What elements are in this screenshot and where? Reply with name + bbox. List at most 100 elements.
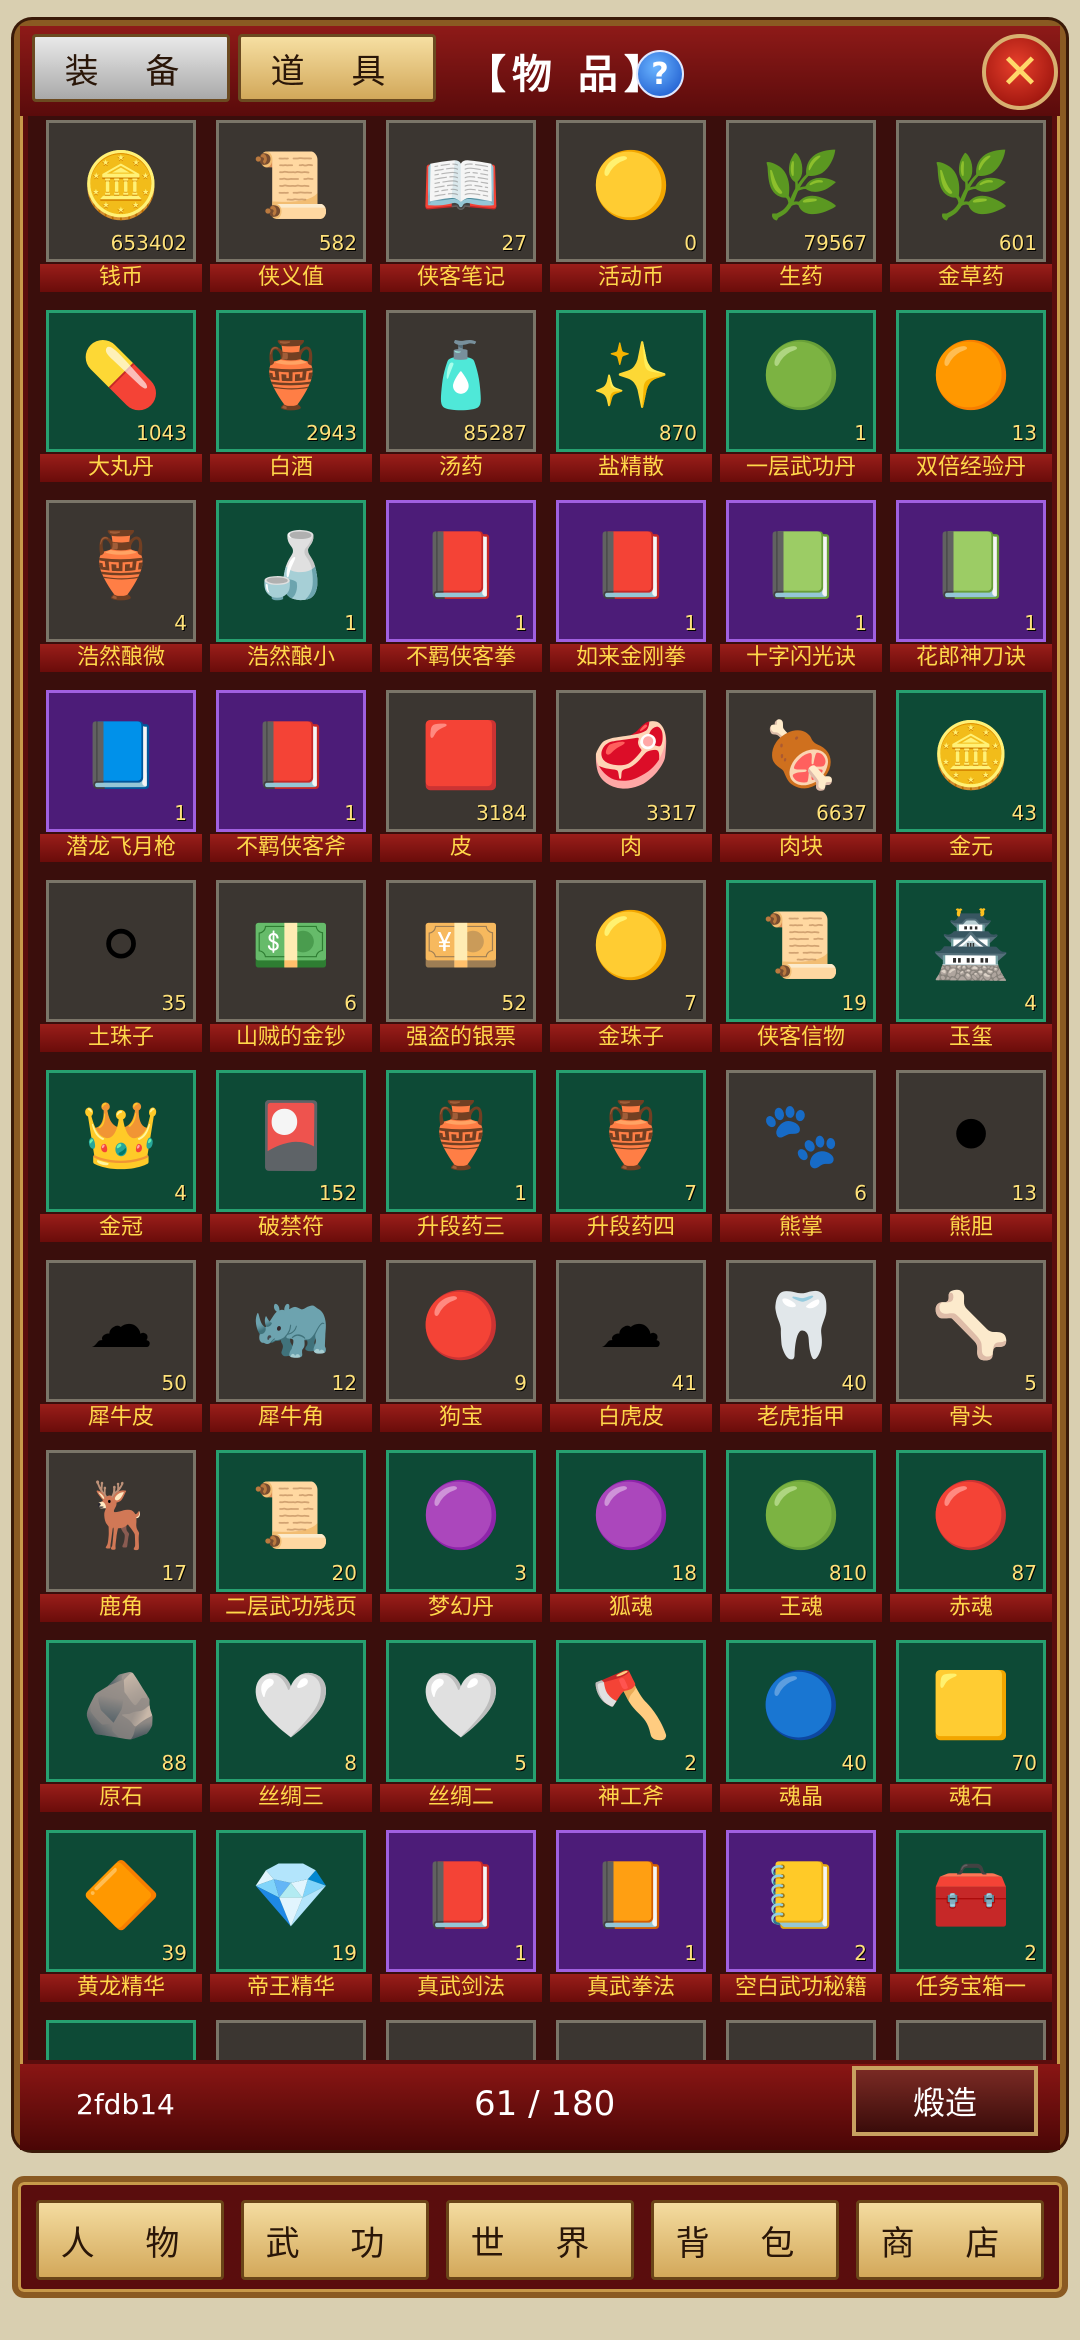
item-cell[interactable]: 🌿 79567 生药 [718, 120, 888, 292]
item-cell[interactable]: ✨ 870 盐精散 [548, 310, 718, 482]
item-cell[interactable] [888, 2020, 1052, 2060]
help-icon[interactable]: ? [636, 50, 684, 98]
item-cell[interactable] [38, 2020, 208, 2060]
item-cell[interactable]: 🍖 6637 肉块 [718, 690, 888, 862]
item-cell[interactable]: 🪨 88 原石 [38, 1640, 208, 1812]
item-cell[interactable]: 📜 582 侠义值 [208, 120, 378, 292]
item-cell[interactable]: 📘 1 潜龙飞月枪 [38, 690, 208, 862]
item-cell[interactable]: 🟣 18 狐魂 [548, 1450, 718, 1622]
item-slot[interactable] [556, 2020, 706, 2060]
item-cell[interactable]: 🐾 6 熊掌 [718, 1070, 888, 1242]
item-cell[interactable]: 🔴 87 赤魂 [888, 1450, 1052, 1622]
item-cell[interactable]: ⚪ 35 土珠子 [38, 880, 208, 1052]
item-slot[interactable]: 🟨 70 [896, 1640, 1046, 1782]
item-slot[interactable]: 🦌 17 [46, 1450, 196, 1592]
item-slot[interactable] [46, 2020, 196, 2060]
item-cell[interactable]: 🦷 40 老虎指甲 [718, 1260, 888, 1432]
nav-character[interactable]: 人 物 [36, 2200, 224, 2280]
item-cell[interactable]: 📕 1 不羁侠客拳 [378, 500, 548, 672]
item-slot[interactable]: 💎 19 [216, 1830, 366, 1972]
item-cell[interactable]: 🟢 810 王魂 [718, 1450, 888, 1622]
item-cell[interactable]: 🟨 70 魂石 [888, 1640, 1052, 1812]
item-cell[interactable]: 💊 1043 大丸丹 [38, 310, 208, 482]
item-slot[interactable]: 🧰 2 [896, 1830, 1046, 1972]
item-slot[interactable]: 🏺 1 [386, 1070, 536, 1212]
item-slot[interactable]: 🏺 7 [556, 1070, 706, 1212]
item-cell[interactable]: 🪙 653402 钱币 [38, 120, 208, 292]
item-slot[interactable]: ☁ 41 [556, 1260, 706, 1402]
item-slot[interactable]: ⚪ 35 [46, 880, 196, 1022]
item-slot[interactable]: 📙 1 [556, 1830, 706, 1972]
item-slot[interactable] [896, 2020, 1046, 2060]
item-cell[interactable]: ☁ 50 犀牛皮 [38, 1260, 208, 1432]
item-cell[interactable]: 📕 1 不羁侠客斧 [208, 690, 378, 862]
item-slot[interactable]: ⚫ 13 [896, 1070, 1046, 1212]
item-cell[interactable]: 🟡 0 活动币 [548, 120, 718, 292]
item-slot[interactable]: 🌿 79567 [726, 120, 876, 262]
item-slot[interactable]: 💊 1043 [46, 310, 196, 452]
item-slot[interactable]: 📗 1 [726, 500, 876, 642]
item-slot[interactable]: 🟣 18 [556, 1450, 706, 1592]
item-slot[interactable]: 🟠 13 [896, 310, 1046, 452]
item-slot[interactable]: 📖 27 [386, 120, 536, 262]
item-slot[interactable]: 📕 1 [386, 500, 536, 642]
item-slot[interactable]: 🔴 87 [896, 1450, 1046, 1592]
item-slot[interactable]: 🦴 5 [896, 1260, 1046, 1402]
item-slot[interactable]: 🦷 40 [726, 1260, 876, 1402]
item-grid-area[interactable]: 🪙 653402 钱币 📜 582 侠义值 📖 27 侠客笔记 🟡 0 活动币 🌿 79567 生药 🌿 601… [28, 116, 1052, 2060]
item-slot[interactable]: 🟢 1 [726, 310, 876, 452]
tab-equipment[interactable]: 装 备 [32, 34, 230, 102]
item-cell[interactable]: 👑 4 金冠 [38, 1070, 208, 1242]
item-slot[interactable]: 🌿 601 [896, 120, 1046, 262]
item-cell[interactable]: 🏺 1 升段药三 [378, 1070, 548, 1242]
item-slot[interactable]: 🔵 40 [726, 1640, 876, 1782]
item-cell[interactable]: 🧴 85287 汤药 [378, 310, 548, 482]
item-cell[interactable] [548, 2020, 718, 2060]
item-slot[interactable]: 📗 1 [896, 500, 1046, 642]
item-cell[interactable]: 🍶 1 浩然酿小 [208, 500, 378, 672]
item-cell[interactable]: 🟢 1 一层武功丹 [718, 310, 888, 482]
item-cell[interactable]: 🧰 2 任务宝箱一 [888, 1830, 1052, 2002]
item-cell[interactable]: 📙 1 真武拳法 [548, 1830, 718, 2002]
item-cell[interactable]: 📖 27 侠客笔记 [378, 120, 548, 292]
item-slot[interactable]: 💴 52 [386, 880, 536, 1022]
item-slot[interactable]: 📜 20 [216, 1450, 366, 1592]
item-slot[interactable]: ☁ 50 [46, 1260, 196, 1402]
tab-items[interactable]: 道 具 [238, 34, 436, 102]
item-slot[interactable]: ✨ 870 [556, 310, 706, 452]
item-cell[interactable]: 🤍 8 丝绸三 [208, 1640, 378, 1812]
item-cell[interactable]: 🔴 9 狗宝 [378, 1260, 548, 1432]
item-cell[interactable]: 🟠 13 双倍经验丹 [888, 310, 1052, 482]
item-slot[interactable]: 🪨 88 [46, 1640, 196, 1782]
item-slot[interactable]: 🪙 653402 [46, 120, 196, 262]
item-slot[interactable]: 🟡 0 [556, 120, 706, 262]
item-cell[interactable] [718, 2020, 888, 2060]
item-cell[interactable]: 📜 19 侠客信物 [718, 880, 888, 1052]
item-slot[interactable] [216, 2020, 366, 2060]
item-slot[interactable]: 🎴 152 [216, 1070, 366, 1212]
item-slot[interactable]: 🟡 7 [556, 880, 706, 1022]
item-slot[interactable] [386, 2020, 536, 2060]
item-slot[interactable]: 🏺 4 [46, 500, 196, 642]
nav-backpack[interactable]: 背 包 [651, 2200, 839, 2280]
item-cell[interactable]: 🔶 39 黄龙精华 [38, 1830, 208, 2002]
item-slot[interactable]: 📜 19 [726, 880, 876, 1022]
item-slot[interactable]: 🟢 810 [726, 1450, 876, 1592]
item-cell[interactable]: ⚫ 13 熊胆 [888, 1070, 1052, 1242]
item-cell[interactable]: 🏺 4 浩然酿微 [38, 500, 208, 672]
item-cell[interactable]: 📗 1 十字闪光诀 [718, 500, 888, 672]
item-slot[interactable]: 🍶 1 [216, 500, 366, 642]
item-slot[interactable] [726, 2020, 876, 2060]
item-cell[interactable]: 🥩 3317 肉 [548, 690, 718, 862]
item-slot[interactable]: 🏯 4 [896, 880, 1046, 1022]
item-cell[interactable]: 🌿 601 金草药 [888, 120, 1052, 292]
item-slot[interactable]: 🤍 5 [386, 1640, 536, 1782]
item-slot[interactable]: 🏺 2943 [216, 310, 366, 452]
item-slot[interactable]: 🔶 39 [46, 1830, 196, 1972]
item-cell[interactable]: 🟥 3184 皮 [378, 690, 548, 862]
item-cell[interactable]: 🦏 12 犀牛角 [208, 1260, 378, 1432]
item-slot[interactable]: 🔴 9 [386, 1260, 536, 1402]
item-slot[interactable]: 📜 582 [216, 120, 366, 262]
item-cell[interactable]: 🎴 152 破禁符 [208, 1070, 378, 1242]
item-cell[interactable]: 💎 19 帝王精华 [208, 1830, 378, 2002]
